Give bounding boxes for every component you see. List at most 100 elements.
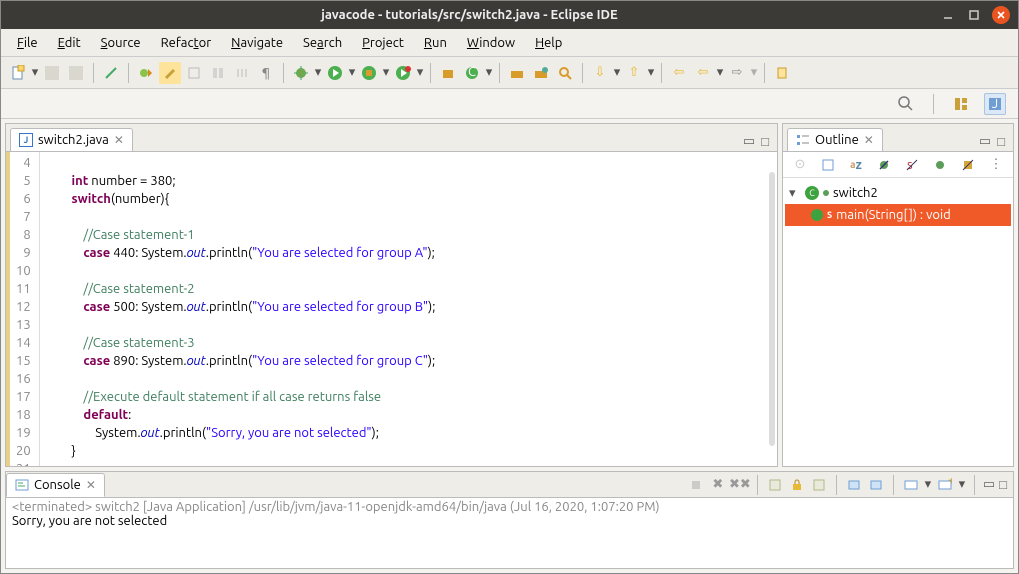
scrollbar[interactable] [769, 172, 775, 446]
block-selection-button[interactable] [183, 62, 205, 84]
line-gutter: 456789101112131415161718192021 [6, 152, 40, 466]
static-marker-icon: S [827, 210, 832, 220]
console-body[interactable]: <terminated> switch2 [Java Application] … [6, 498, 1013, 568]
hide-static-icon[interactable]: s [901, 154, 923, 176]
focus-icon[interactable]: ⊙ [789, 154, 811, 176]
remove-launch-button[interactable]: ✖ [709, 476, 727, 494]
clear-console-button[interactable] [766, 476, 784, 494]
hide-nonpublic-icon[interactable] [929, 154, 951, 176]
editor-tab-switch2[interactable]: J switch2.java ✕ [10, 128, 133, 151]
minimize-console-icon[interactable]: ▭ [983, 477, 995, 492]
toggle-breadcrumb-button[interactable] [135, 62, 157, 84]
minimize-button[interactable] [940, 7, 956, 23]
menu-search[interactable]: Search [293, 33, 352, 53]
hide-fields-icon[interactable] [873, 154, 895, 176]
minimize-view-icon[interactable]: ▭ [743, 134, 755, 149]
console-tabbar: Console ✕ ✖ ✖✖ ▾ + ▾ ▭ [6, 472, 1013, 498]
menu-source[interactable]: Source [91, 33, 151, 53]
close-outline-icon[interactable]: ✕ [864, 133, 874, 147]
expand-icon[interactable]: ▾ [789, 186, 801, 201]
next-annotation-button[interactable]: ⇧ [623, 62, 645, 84]
close-button[interactable] [992, 6, 1010, 24]
remove-all-button[interactable]: ✖✖ [731, 476, 749, 494]
menu-run[interactable]: Run [414, 33, 457, 53]
coverage-button[interactable] [358, 62, 380, 84]
editor-tabbar: J switch2.java ✕ ▭ □ [6, 124, 777, 152]
pilcrow-button[interactable]: ¶ [255, 62, 277, 84]
forward-dropdown[interactable]: ▾ [750, 65, 758, 80]
back-dropdown[interactable]: ▾ [716, 65, 724, 80]
menu-refactor[interactable]: Refactor [151, 33, 222, 53]
outline-class-row[interactable]: ▾ C switch2 [785, 182, 1011, 204]
mark-occurrences-button[interactable] [159, 62, 181, 84]
save-all-button[interactable] [65, 62, 87, 84]
show-whitespace-button[interactable] [207, 62, 229, 84]
prev-ann-dropdown[interactable]: ▾ [613, 65, 621, 80]
open-task-button[interactable] [530, 62, 552, 84]
open-perspective-button[interactable] [950, 93, 972, 115]
code-area[interactable]: 456789101112131415161718192021 int numbe… [6, 152, 777, 466]
maximize-button[interactable] [966, 7, 982, 23]
save-button[interactable] [41, 62, 63, 84]
open-console-button[interactable]: + [936, 476, 954, 494]
coverage-dropdown[interactable]: ▾ [382, 65, 390, 80]
java-perspective-button[interactable]: J [984, 93, 1006, 115]
run-button[interactable] [324, 62, 346, 84]
menu-navigate[interactable]: Navigate [221, 33, 293, 53]
minimize-outline-icon[interactable]: ▭ [979, 134, 991, 149]
console-tab[interactable]: Console ✕ [6, 473, 105, 497]
open-console-dropdown[interactable]: ▾ [958, 477, 966, 492]
outline-method-label: main(String[]) : void [836, 208, 951, 222]
back-button[interactable]: ⇦ [692, 62, 714, 84]
menu-help[interactable]: Help [525, 33, 572, 53]
menu-edit[interactable]: Edit [48, 33, 91, 53]
debug-button[interactable] [290, 62, 312, 84]
new-class-button[interactable]: C [461, 62, 483, 84]
run-dropdown[interactable]: ▾ [348, 65, 356, 80]
maximize-outline-icon[interactable]: □ [997, 134, 1005, 149]
main-area: J switch2.java ✕ ▭ □ 4567891011121314151… [1, 119, 1018, 471]
separator [661, 63, 662, 83]
menu-project[interactable]: Project [352, 33, 414, 53]
menu-file[interactable]: File [7, 33, 48, 53]
scroll-lock-button[interactable] [788, 476, 806, 494]
open-type-button[interactable] [506, 62, 528, 84]
separator [499, 63, 500, 83]
code-content[interactable]: int number = 380; switch(number){ //Case… [40, 152, 777, 466]
word-wrap-button[interactable] [810, 476, 828, 494]
az-sort-icon[interactable]: az [845, 154, 867, 176]
debug-dropdown[interactable]: ▾ [314, 65, 322, 80]
forward-button[interactable]: ⇨ [726, 62, 748, 84]
pin-editor-button[interactable] [771, 62, 793, 84]
close-console-icon[interactable]: ✕ [86, 478, 96, 492]
maximize-view-icon[interactable]: □ [761, 134, 769, 149]
new-dropdown[interactable]: ▾ [31, 65, 39, 80]
quick-access-bar: J [1, 89, 1018, 119]
run-last-dropdown[interactable]: ▾ [416, 65, 424, 80]
outline-method-row[interactable]: S main(String[]) : void [785, 204, 1011, 226]
run-last-button[interactable] [392, 62, 414, 84]
prev-annotation-button[interactable]: ⇩ [589, 62, 611, 84]
pin-console-button[interactable] [867, 476, 885, 494]
terminate-button[interactable] [687, 476, 705, 494]
new-class-dropdown[interactable]: ▾ [485, 65, 493, 80]
display-console-button[interactable] [902, 476, 920, 494]
hide-local-icon[interactable] [957, 154, 979, 176]
last-edit-button[interactable]: ⇦ [668, 62, 690, 84]
show-chars-button[interactable] [231, 62, 253, 84]
wand-icon[interactable] [100, 62, 122, 84]
sort-icon[interactable] [817, 154, 839, 176]
show-console-button[interactable] [845, 476, 863, 494]
maximize-console-icon[interactable]: □ [999, 477, 1007, 492]
new-button[interactable] [7, 62, 29, 84]
display-console-dropdown[interactable]: ▾ [924, 477, 932, 492]
outline-tab[interactable]: Outline ✕ [787, 128, 883, 151]
separator [283, 63, 284, 83]
new-package-button[interactable] [437, 62, 459, 84]
next-ann-dropdown[interactable]: ▾ [647, 65, 655, 80]
close-tab-icon[interactable]: ✕ [114, 133, 124, 147]
menu-window[interactable]: Window [457, 33, 525, 53]
search-button[interactable] [554, 62, 576, 84]
quick-search-icon[interactable] [895, 93, 917, 115]
view-menu-icon[interactable]: ⋮ [985, 154, 1007, 176]
